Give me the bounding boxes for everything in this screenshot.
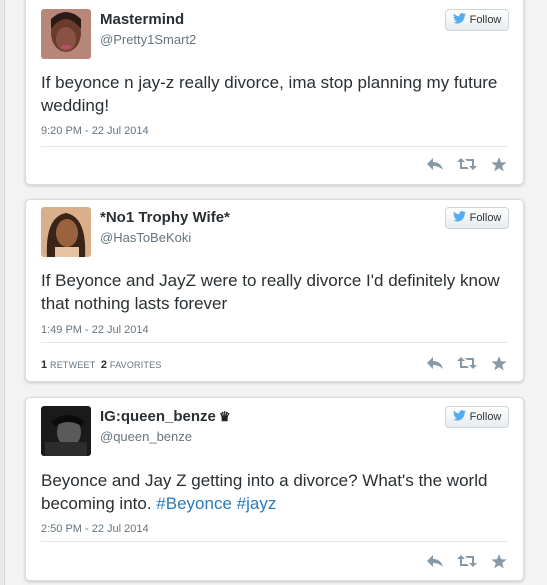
display-name-text: IG:queen_benze (100, 408, 216, 425)
favorite-icon[interactable] (489, 553, 509, 569)
tweet-timestamp[interactable]: 1:49 PM - 22 Jul 2014 (41, 324, 149, 336)
reply-icon[interactable] (425, 355, 445, 371)
divider (41, 146, 508, 147)
avatar[interactable] (41, 207, 91, 257)
retweet-count[interactable]: 1 (41, 359, 47, 371)
follow-button[interactable]: Follow (445, 9, 509, 31)
tweet-actions (425, 355, 509, 371)
tweet-card: *No1 Trophy Wife* @HasToBeKoki Follow If… (25, 199, 524, 382)
tweet-text: If beyonce n jay-z really divorce, ima s… (41, 73, 498, 115)
hashtag-link[interactable]: #Beyonce (156, 494, 232, 513)
follow-label: Follow (469, 411, 502, 423)
tweet-text: Beyonce and Jay Z getting into a divorce… (41, 469, 505, 515)
retweet-icon[interactable] (457, 156, 477, 172)
tweet-timestamp[interactable]: 9:20 PM - 22 Jul 2014 (41, 125, 149, 137)
retweet-icon[interactable] (457, 355, 477, 371)
twitter-bird-icon (452, 13, 466, 27)
username[interactable]: @Pretty1Smart2 (100, 32, 196, 47)
follow-label: Follow (469, 212, 502, 224)
display-name[interactable]: *No1 Trophy Wife* (100, 209, 230, 226)
tweet-stats: 1 RETWEET 2 FAVORITES (41, 359, 162, 371)
tweet-header: Mastermind @Pretty1Smart2 Follow (41, 9, 509, 65)
tweet-actions (425, 553, 509, 569)
reply-icon[interactable] (425, 156, 445, 172)
tweet-header: IG:queen_benze ♛ @queen_benze Follow (41, 406, 509, 462)
twitter-bird-icon (452, 211, 466, 225)
favorite-icon[interactable] (489, 355, 509, 371)
avatar[interactable] (41, 9, 91, 59)
retweet-label[interactable]: RETWEET (50, 360, 95, 370)
tweet-actions (425, 156, 509, 172)
display-name[interactable]: IG:queen_benze ♛ (100, 408, 231, 425)
hashtag-link[interactable]: #jayz (237, 494, 277, 513)
reply-icon[interactable] (425, 553, 445, 569)
display-name[interactable]: Mastermind (100, 11, 184, 28)
favorite-label[interactable]: FAVORITES (110, 360, 162, 370)
tweet-card: IG:queen_benze ♛ @queen_benze Follow Beyo… (25, 397, 524, 581)
favorite-count[interactable]: 2 (101, 359, 107, 371)
avatar[interactable] (41, 406, 91, 456)
twitter-bird-icon (452, 410, 466, 424)
username[interactable]: @HasToBeKoki (100, 230, 191, 245)
retweet-icon[interactable] (457, 553, 477, 569)
divider (41, 541, 508, 542)
favorite-icon[interactable] (489, 156, 509, 172)
tweet-timestamp[interactable]: 2:50 PM - 22 Jul 2014 (41, 523, 149, 535)
divider (41, 342, 508, 343)
follow-button[interactable]: Follow (445, 406, 509, 428)
tweet-text: If Beyonce and JayZ were to really divor… (41, 271, 500, 313)
tweet-card: Mastermind @Pretty1Smart2 Follow If beyo… (25, 0, 524, 185)
left-panel-edge (0, 0, 5, 585)
follow-label: Follow (469, 14, 502, 26)
follow-button[interactable]: Follow (445, 207, 509, 229)
username[interactable]: @queen_benze (100, 429, 192, 444)
crown-icon: ♛ (218, 409, 231, 424)
tweet-header: *No1 Trophy Wife* @HasToBeKoki Follow (41, 207, 509, 263)
